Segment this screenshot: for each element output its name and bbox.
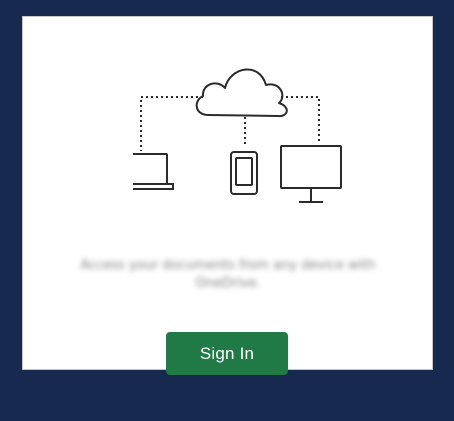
devices-illustration bbox=[133, 68, 342, 203]
window-frame: Access your documents from any device wi… bbox=[0, 0, 454, 421]
monitor-icon bbox=[280, 145, 342, 203]
signin-card: Access your documents from any device wi… bbox=[22, 16, 433, 375]
message-line-2: OneDrive. bbox=[195, 276, 261, 291]
onedrive-message: Access your documents from any device wi… bbox=[33, 257, 423, 293]
cloud-icon bbox=[195, 68, 288, 118]
sign-in-button[interactable]: Sign In bbox=[166, 332, 288, 375]
message-line-1: Access your documents from any device wi… bbox=[80, 258, 376, 273]
connector-lines bbox=[140, 96, 320, 151]
phone-icon bbox=[230, 151, 258, 195]
laptop-icon bbox=[133, 153, 174, 190]
